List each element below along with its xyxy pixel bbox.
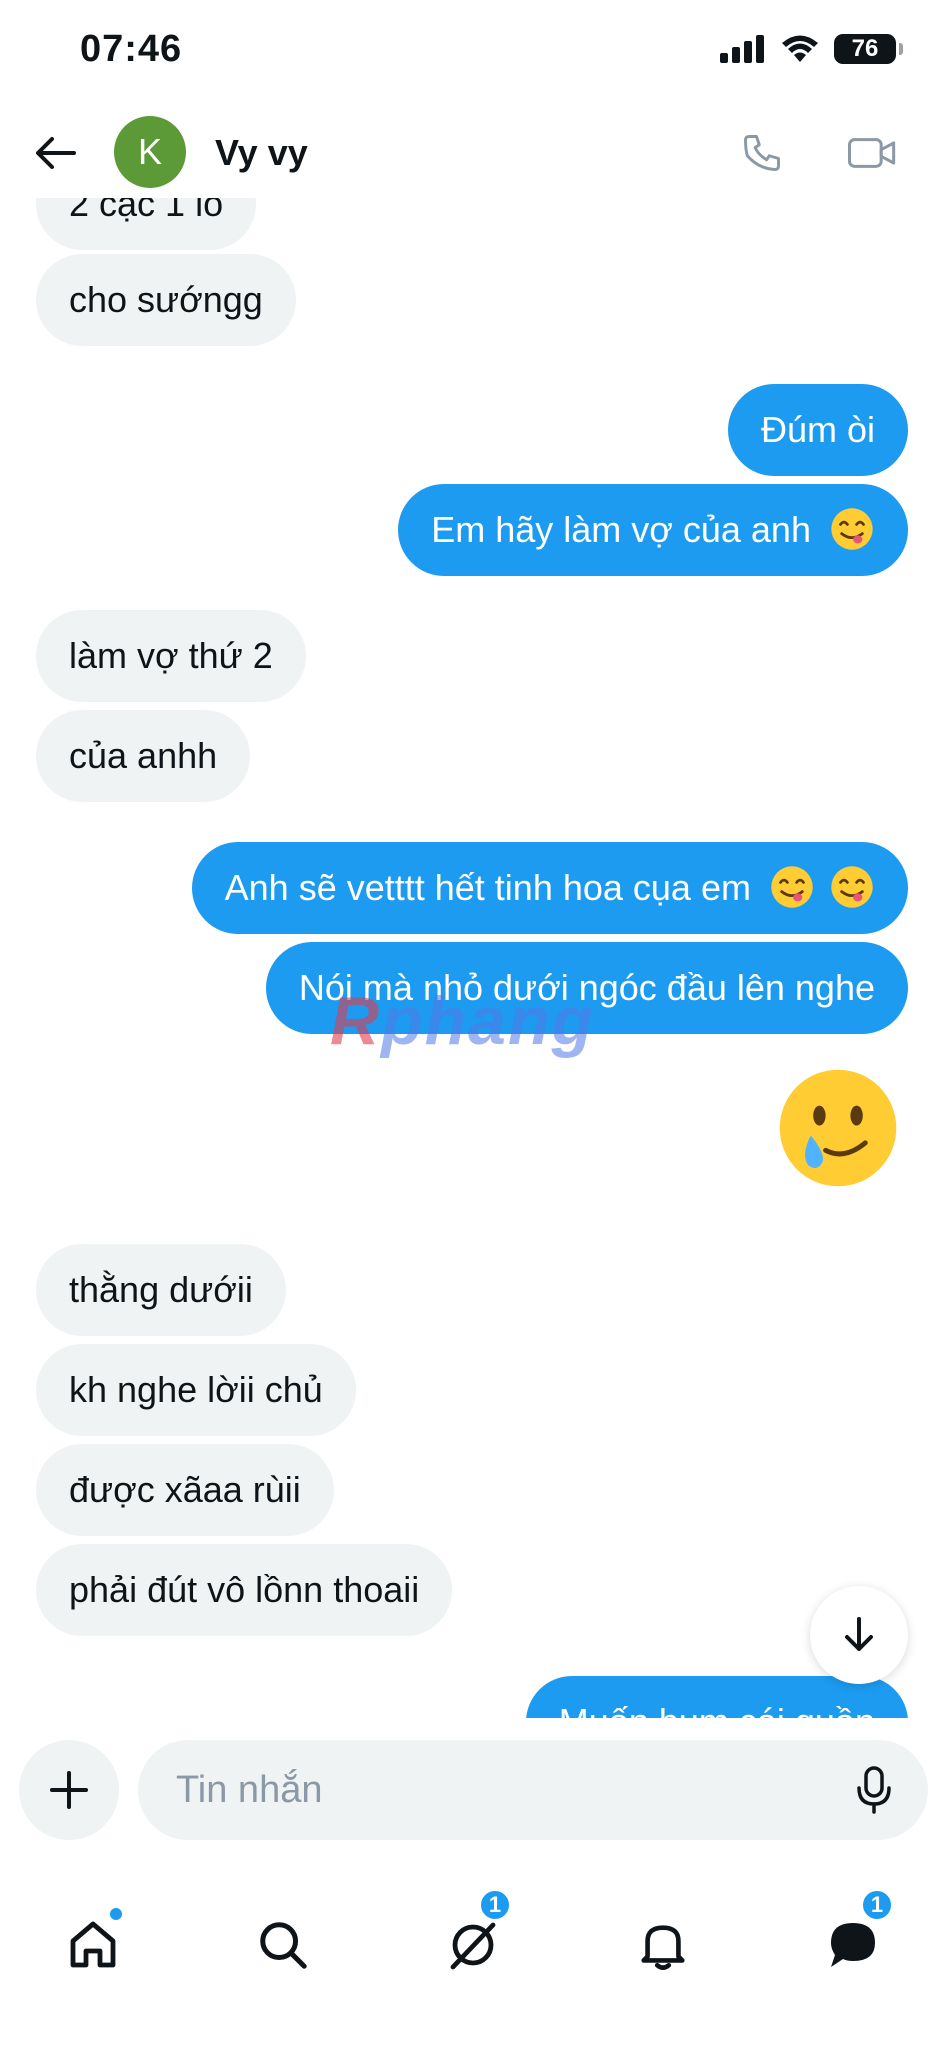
yum-face-emoji-icon (831, 508, 873, 550)
nav-search[interactable] (248, 1910, 318, 1980)
message-list[interactable]: 2 cặc 1 lỗ cho sướngg Đúm òi Em hãy làm … (0, 198, 946, 1718)
message-incoming[interactable]: cho sướngg (36, 254, 296, 346)
home-icon (70, 1921, 116, 1968)
voice-message-button[interactable] (848, 1764, 900, 1816)
smiling-face-with-tear-emoji-icon[interactable] (776, 1066, 900, 1190)
message-incoming[interactable]: 2 cặc 1 lỗ (36, 198, 257, 250)
wifi-icon (782, 35, 818, 62)
message-incoming[interactable]: được xãaa rùii (36, 1444, 334, 1536)
search-icon (260, 1922, 307, 1969)
video-call-button[interactable] (842, 125, 902, 181)
bottom-navigation: 1 1 (0, 1848, 946, 2048)
conversation-header: K Vy vy (0, 108, 946, 198)
voice-call-button[interactable] (734, 125, 790, 181)
grok-badge: 1 (478, 1888, 512, 1922)
nav-notifications[interactable] (628, 1910, 698, 1980)
yum-face-emoji-icon (831, 866, 873, 908)
status-time: 07:46 (80, 28, 183, 70)
message-incoming[interactable]: của anhh (36, 710, 251, 802)
message-input[interactable] (176, 1740, 816, 1840)
message-incoming[interactable]: kh nghe lờii chủ (36, 1344, 356, 1436)
scroll-to-bottom-button[interactable] (810, 1586, 908, 1684)
cellular-signal-icon (720, 35, 764, 63)
bell-icon (641, 1925, 685, 1970)
message-text: Anh sẽ vetttt hết tinh hoa cụa em (224, 867, 751, 908)
status-icons: 76 (720, 34, 903, 64)
microphone-icon (857, 1766, 891, 1814)
status-bar: 07:46 76 (0, 0, 946, 100)
battery-indicator: 76 (834, 34, 903, 64)
message-composer (0, 1718, 946, 1848)
home-notification-dot (108, 1906, 124, 1922)
message-outgoing[interactable]: Em hãy làm vợ của anh (398, 484, 908, 576)
video-camera-icon (848, 138, 896, 168)
phone-icon (744, 135, 780, 171)
message-incoming[interactable]: thằng dướii (36, 1244, 286, 1336)
avatar[interactable]: K (114, 116, 186, 188)
grok-icon (450, 1922, 496, 1970)
message-incoming[interactable]: phải đút vô lồnn thoaii (36, 1544, 453, 1636)
yum-face-emoji-icon (771, 866, 813, 908)
plus-icon (50, 1771, 88, 1809)
back-button[interactable] (30, 128, 80, 178)
message-outgoing[interactable]: Nói mà nhỏ dưới ngóc đầu lên nghe (265, 942, 908, 1034)
chat-bubble-icon (831, 1923, 875, 1967)
arrow-down-icon (845, 1617, 873, 1651)
message-text: Em hãy làm vợ của anh (431, 509, 811, 550)
message-incoming[interactable]: làm vợ thứ 2 (36, 610, 306, 702)
add-attachment-button[interactable] (19, 1740, 119, 1840)
nav-messages[interactable]: 1 (818, 1888, 894, 1980)
message-outgoing[interactable]: Đúm òi (727, 384, 908, 476)
message-input-container (138, 1740, 928, 1840)
message-outgoing[interactable]: Anh sẽ vetttt hết tinh hoa cụa em (191, 842, 908, 934)
nav-grok[interactable]: 1 (438, 1888, 512, 1980)
contact-name[interactable]: Vy vy (215, 132, 308, 174)
arrow-left-icon (36, 137, 76, 169)
messages-badge: 1 (860, 1888, 894, 1922)
nav-home[interactable] (58, 1906, 128, 1980)
